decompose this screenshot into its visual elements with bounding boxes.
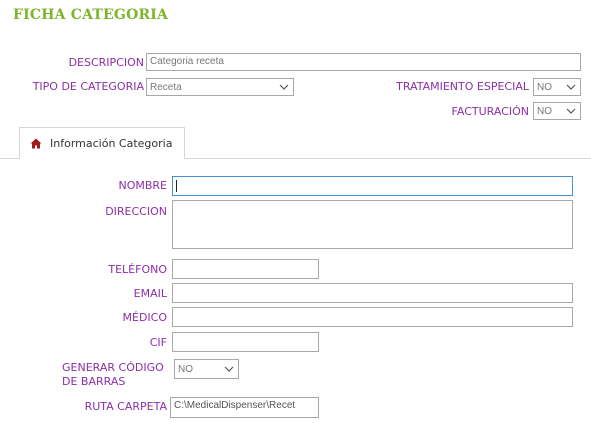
page-title: FICHA CATEGORIA	[13, 7, 169, 23]
cif-field[interactable]	[172, 332, 319, 352]
ruta-carpeta-field[interactable]: C:\MedicalDispenser\Recet	[170, 397, 319, 418]
home-icon	[30, 138, 42, 149]
chevron-down-icon	[566, 108, 576, 114]
direccion-label: DIRECCION	[105, 205, 167, 218]
email-label: EMAIL	[133, 287, 167, 300]
telefono-field[interactable]	[172, 259, 319, 279]
tratamiento-especial-label: TRATAMIENTO ESPECIAL	[396, 80, 529, 93]
medico-label: MÉDICO	[122, 311, 168, 324]
tab-label: Información Categoria	[50, 137, 173, 150]
generar-codigo-barras-value: NO	[178, 363, 193, 375]
medico-field[interactable]	[172, 307, 573, 327]
chevron-down-icon	[566, 84, 576, 90]
descripcion-label: DESCRIPCION	[68, 56, 144, 69]
chevron-down-icon	[224, 366, 234, 372]
telefono-label: TELÉFONO	[108, 263, 167, 276]
ruta-carpeta-label: RUTA CARPETA	[84, 400, 167, 413]
facturacion-select[interactable]: NO	[533, 102, 581, 120]
text-caret	[176, 180, 177, 192]
chevron-down-icon	[279, 84, 289, 90]
nombre-label: NOMBRE	[118, 179, 167, 192]
tipo-categoria-value: Receta	[150, 81, 182, 93]
descripcion-field[interactable]: Categoria receta	[146, 53, 581, 71]
cif-label: CIF	[149, 336, 167, 349]
tipo-categoria-select[interactable]: Receta	[146, 78, 294, 96]
generar-codigo-barras-label: GENERAR CÓDIGO DE BARRAS	[62, 361, 164, 389]
tratamiento-especial-select[interactable]: NO	[533, 78, 581, 96]
direccion-textarea[interactable]	[172, 200, 573, 249]
email-field[interactable]	[172, 283, 573, 303]
facturacion-label: FACTURACIÓN	[451, 105, 529, 118]
barcode-label-line2: DE BARRAS	[62, 375, 126, 388]
tratamiento-especial-value: NO	[537, 81, 552, 93]
tipo-categoria-label: TIPO DE CATEGORIA	[32, 80, 144, 93]
tab-informacion-categoria[interactable]: Información Categoria	[19, 127, 185, 159]
facturacion-value: NO	[537, 105, 552, 117]
nombre-field[interactable]	[172, 176, 573, 196]
barcode-label-line1: GENERAR CÓDIGO	[62, 361, 164, 374]
generar-codigo-barras-select[interactable]: NO	[174, 359, 239, 379]
